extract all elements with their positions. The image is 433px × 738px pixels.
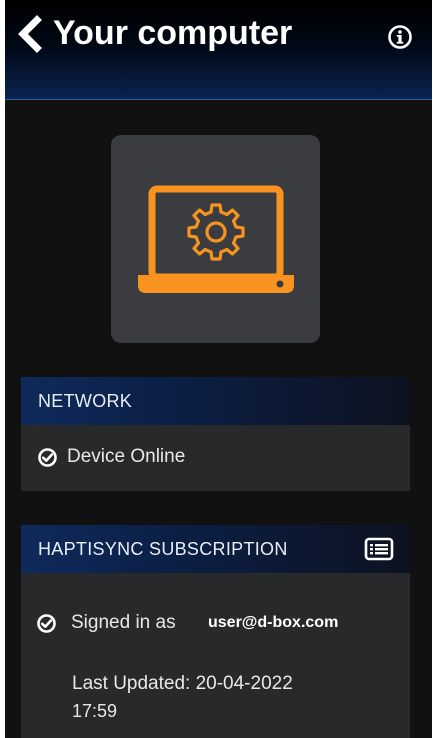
subscription-section-body: Signed in as user@d-box.com Last Updated… [21, 573, 410, 738]
check-circle-icon [37, 614, 56, 633]
list-card-icon [364, 537, 394, 561]
last-updated-text: Last Updated: 20-04-2022 [72, 673, 293, 694]
info-circle-icon [388, 25, 412, 49]
network-section-title: NETWORK [38, 391, 133, 411]
signed-in-email: user@d-box.com [208, 614, 339, 631]
app-screen: Your computer NETWORK Device Online HAPT… [5, 0, 432, 738]
top-bar: Your computer [5, 0, 432, 100]
chevron-left-icon [18, 15, 42, 53]
subscription-section-title: HAPTISYNC SUBSCRIPTION [38, 539, 288, 559]
back-button[interactable] [15, 14, 45, 54]
signed-in-label: Signed in as [71, 612, 176, 633]
check-circle-icon [38, 448, 57, 467]
page-title: Your computer [53, 14, 293, 52]
network-section-body: Device Online [21, 425, 410, 491]
device-image-tile [111, 135, 320, 343]
laptop-gear-icon [138, 185, 294, 293]
network-status-text: Device Online [67, 446, 186, 467]
last-updated-time: 17:59 [72, 701, 118, 721]
subscription-section-header: HAPTISYNC SUBSCRIPTION [21, 525, 410, 573]
info-button[interactable] [387, 24, 413, 50]
subscription-details-button[interactable] [364, 537, 394, 561]
network-section-header: NETWORK [21, 377, 410, 425]
